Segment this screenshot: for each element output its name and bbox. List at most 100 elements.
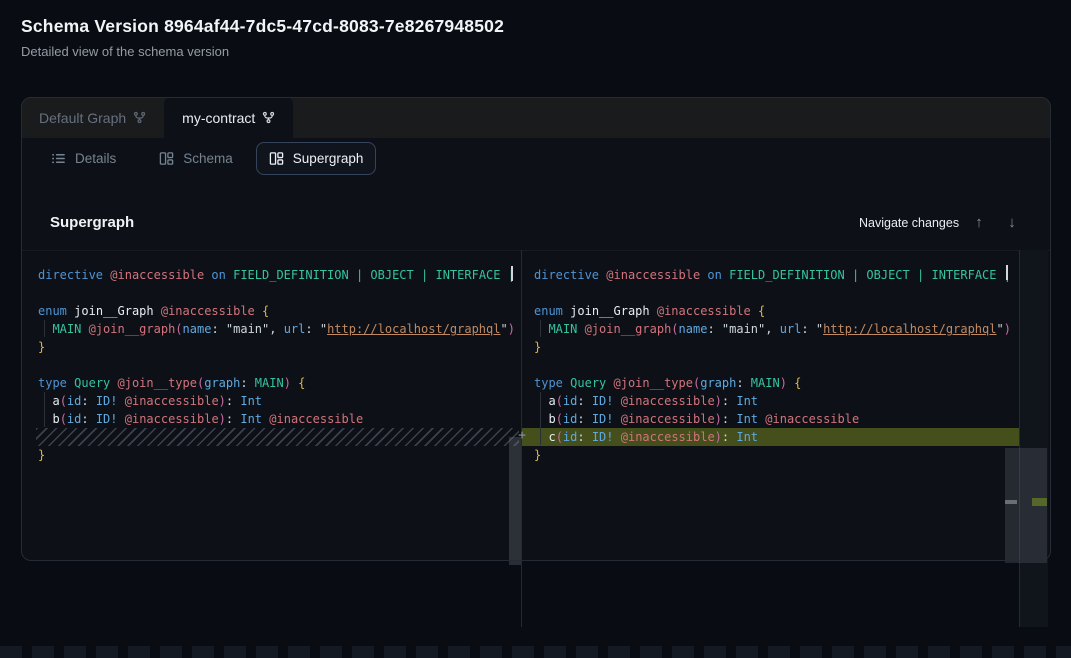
tab-supergraph[interactable]: Supergraph — [256, 142, 377, 175]
tab-my-contract[interactable]: my-contract — [164, 97, 293, 138]
code-token — [81, 322, 88, 336]
navigate-next-change-button[interactable]: ↓ — [1001, 212, 1023, 234]
code-token — [38, 394, 52, 408]
schema-version-page: Schema Version 8964af44-7dc5-47cd-8083-7… — [0, 0, 1071, 658]
tab-schema-label: Schema — [183, 151, 233, 166]
code-token: ( — [671, 322, 678, 336]
diff-insert-marker: + — [514, 427, 530, 445]
code-token: } — [38, 448, 45, 462]
code-token: name — [679, 322, 708, 336]
code-token: MAIN — [548, 322, 577, 336]
tab-default-graph-label: Default Graph — [39, 110, 126, 126]
code-token — [751, 304, 758, 318]
code-token: } — [38, 340, 45, 354]
code-token — [38, 412, 52, 426]
code-line: enum join__Graph @inaccessible { — [38, 302, 521, 320]
code-token: " — [500, 322, 507, 336]
code-token: MAIN — [255, 376, 284, 390]
code-url-link[interactable]: http://localhost/graphql — [327, 322, 500, 336]
code-token: : — [226, 394, 240, 408]
code-token: Int — [240, 412, 262, 426]
code-token: @join__graph — [585, 322, 672, 336]
code-token: url — [780, 322, 802, 336]
page-subtitle: Detailed view of the schema version — [21, 44, 229, 59]
code-token: : — [736, 376, 750, 390]
code-line: enum join__Graph @inaccessible { — [534, 302, 1019, 320]
code-token: @join__type — [118, 376, 197, 390]
code-token: MAIN — [751, 376, 780, 390]
code-token: @inaccessible — [125, 394, 219, 408]
code-token: @join__type — [614, 376, 693, 390]
code-line: a(id: ID! @inaccessible): Int — [38, 392, 521, 410]
code-url-link[interactable]: http://localhost/graphql — [823, 322, 996, 336]
code-token — [910, 268, 917, 282]
code-token: join__Graph — [74, 304, 153, 318]
code-token: ( — [175, 322, 182, 336]
code-token: { — [794, 376, 801, 390]
added-code-line: c(id: ID! @inaccessible): Int — [522, 428, 1019, 446]
tab-details[interactable]: Details — [38, 142, 129, 175]
code-token: ID! — [592, 412, 614, 426]
indent-guide — [44, 320, 45, 337]
code-token: ) — [780, 376, 787, 390]
code-token — [997, 268, 1004, 282]
code-token: a — [52, 394, 59, 408]
code-token: { — [262, 304, 269, 318]
code-token: ) — [219, 394, 226, 408]
code-token: INTERFACE — [435, 268, 500, 282]
diff-pane-original[interactable]: directive @inaccessible on FIELD_DEFINIT… — [21, 251, 521, 628]
fork-icon — [262, 111, 275, 124]
code-token: @inaccessible — [110, 268, 204, 282]
code-token: Query — [570, 376, 606, 390]
code-token: id — [563, 394, 577, 408]
code-token: Int — [240, 394, 262, 408]
code-token: ( — [60, 412, 67, 426]
code-token: : — [211, 322, 225, 336]
code-token: Query — [74, 376, 110, 390]
code-token: enum — [534, 304, 563, 318]
code-token: id — [67, 394, 81, 408]
code-token: : — [81, 394, 95, 408]
code-token: @inaccessible — [765, 412, 859, 426]
code-token: @inaccessible — [621, 412, 715, 426]
minimap[interactable] — [1019, 250, 1048, 627]
code-token: , — [269, 322, 283, 336]
tab-schema[interactable]: Schema — [146, 142, 246, 175]
code-token: : — [577, 430, 591, 444]
code-token: on — [211, 268, 225, 282]
code-token: : — [722, 394, 736, 408]
code-token — [845, 268, 852, 282]
code-line: a(id: ID! @inaccessible): Int — [534, 392, 1019, 410]
code-token: "main" — [226, 322, 269, 336]
code-token: c — [548, 430, 555, 444]
page-title: Schema Version 8964af44-7dc5-47cd-8083-7… — [21, 16, 504, 37]
code-token: ID! — [96, 394, 118, 408]
code-line: MAIN @join__graph(name: "main", url: "ht… — [38, 320, 521, 338]
code-line: MAIN @join__graph(name: "main", url: "ht… — [534, 320, 1019, 338]
code-token: ( — [556, 394, 563, 408]
code-token: type — [38, 376, 67, 390]
code-token: @inaccessible — [606, 268, 700, 282]
diff-pane-modified[interactable]: directive @inaccessible on FIELD_DEFINIT… — [522, 251, 1019, 628]
fork-icon — [133, 111, 146, 124]
code-token — [534, 412, 548, 426]
code-token: ) — [508, 322, 515, 336]
minimap-viewport-marker — [1005, 500, 1017, 504]
left-pane-scrollbar-thumb[interactable] — [509, 437, 521, 565]
code-token — [614, 394, 621, 408]
navigate-previous-change-button[interactable]: ↑ — [968, 212, 990, 234]
tab-default-graph[interactable]: Default Graph — [21, 97, 164, 138]
code-token: { — [298, 376, 305, 390]
code-token: @inaccessible — [621, 430, 715, 444]
navigate-changes-label: Navigate changes — [859, 216, 959, 230]
code-token: ID! — [96, 412, 118, 426]
split-panels-icon — [159, 151, 174, 166]
code-token: ) — [715, 430, 722, 444]
code-token — [255, 304, 262, 318]
code-token — [414, 268, 421, 282]
code-token — [118, 412, 125, 426]
code-token — [154, 304, 161, 318]
code-token: : — [722, 412, 736, 426]
code-token — [614, 412, 621, 426]
code-line: b(id: ID! @inaccessible): Int @inaccessi… — [38, 410, 521, 428]
